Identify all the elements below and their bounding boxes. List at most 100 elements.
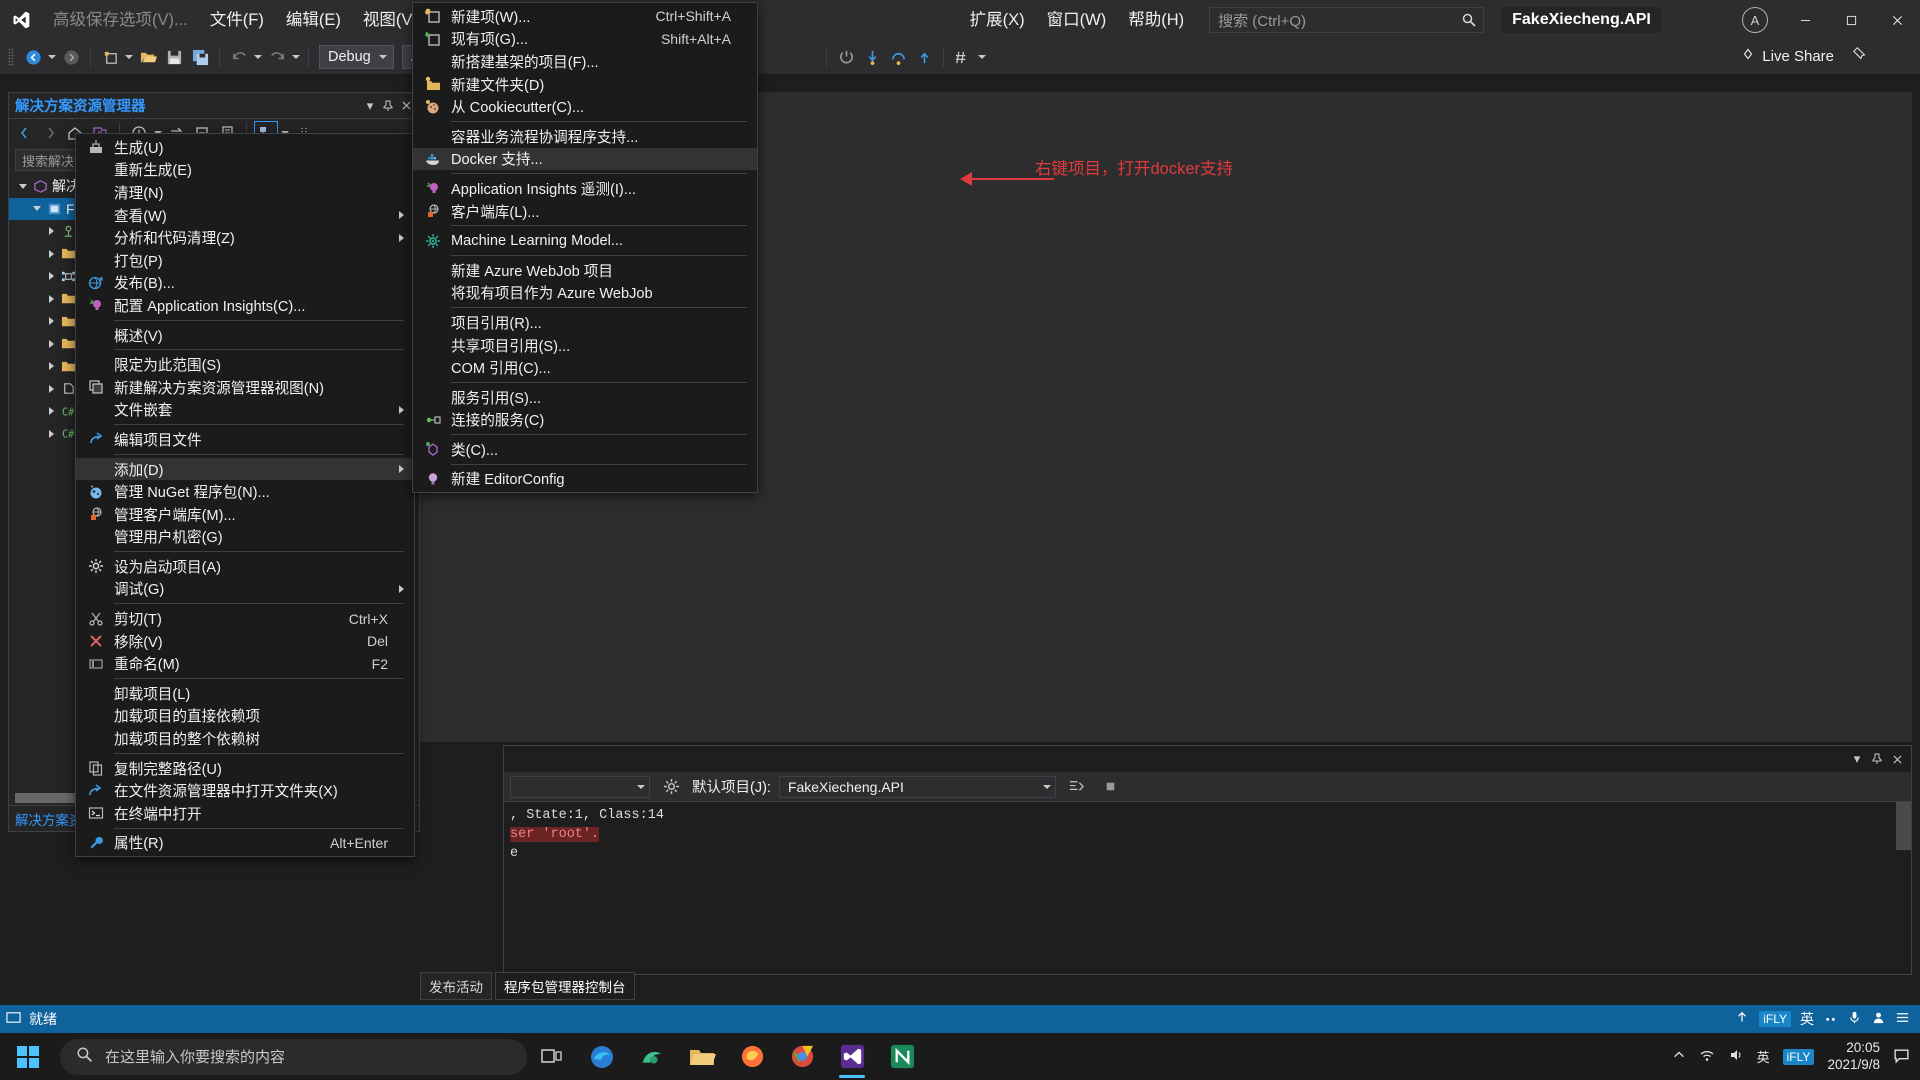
twisty-icon[interactable] bbox=[43, 362, 59, 370]
menu-item[interactable]: 容器业务流程协调程序支持... bbox=[413, 125, 757, 148]
toolbar-grip[interactable] bbox=[8, 48, 14, 66]
menu-item[interactable]: 共享项目引用(S)... bbox=[413, 334, 757, 357]
menu-item[interactable]: 连接的服务(C) bbox=[413, 409, 757, 432]
ime-mic-icon[interactable] bbox=[1847, 1010, 1862, 1028]
save-icon[interactable] bbox=[161, 44, 187, 70]
menu-item[interactable]: 移除(V) Del bbox=[76, 630, 414, 653]
menu-item[interactable]: 属性(R) Alt+Enter bbox=[76, 832, 414, 855]
menu-item[interactable]: 加载项目的整个依赖树 bbox=[76, 727, 414, 750]
menu-item[interactable]: 复制完整路径(U) bbox=[76, 757, 414, 780]
pin-icon[interactable] bbox=[379, 97, 397, 115]
menu-help[interactable]: 帮助(H) bbox=[1117, 0, 1195, 40]
minimize-button[interactable] bbox=[1782, 0, 1828, 40]
menu-item[interactable]: COM 引用(C)... bbox=[413, 356, 757, 379]
taskbar-app-explorer[interactable] bbox=[677, 1033, 727, 1080]
maximize-button[interactable] bbox=[1828, 0, 1874, 40]
notifications-icon[interactable] bbox=[1735, 1011, 1749, 1028]
project-context-menu[interactable]: 生成(U) 重新生成(E) 清理(N) 查看(W) 分析和代码清理(Z) 打包(P) 发布(… bbox=[75, 133, 415, 858]
navigate-forward-icon[interactable] bbox=[58, 44, 84, 70]
close-button[interactable] bbox=[1874, 0, 1920, 40]
menu-item[interactable]: Docker 支持... bbox=[413, 147, 757, 171]
live-share-button[interactable]: Live Share bbox=[1740, 46, 1834, 66]
menu-item[interactable]: 项目引用(R)... bbox=[413, 311, 757, 334]
menu-item[interactable]: 卸载项目(L) bbox=[76, 682, 414, 705]
taskbar-search-input[interactable]: 在这里输入你要搜索的内容 bbox=[60, 1038, 527, 1075]
menu-item[interactable]: 调试(G) bbox=[76, 578, 414, 601]
solution-configuration-combo[interactable]: Debug bbox=[319, 45, 394, 69]
menu-item[interactable]: 客户端库(L)... bbox=[413, 200, 757, 223]
navigate-back-dropdown-icon[interactable] bbox=[46, 44, 58, 70]
stop-icon[interactable] bbox=[833, 44, 859, 70]
twisty-icon[interactable] bbox=[29, 206, 45, 211]
menu-item[interactable]: 类(C)... bbox=[413, 438, 757, 461]
tab-publish-activity[interactable]: 发布活动 bbox=[420, 972, 492, 1000]
menu-edit[interactable]: 编辑(E) bbox=[275, 0, 352, 40]
menu-item[interactable]: 从 Cookiecutter(C)... bbox=[413, 95, 757, 118]
open-file-icon[interactable] bbox=[135, 44, 161, 70]
menu-item[interactable]: 剪切(T) Ctrl+X bbox=[76, 607, 414, 630]
forward-icon[interactable] bbox=[38, 121, 62, 145]
line-numbers-dropdown-icon[interactable] bbox=[976, 44, 988, 70]
navigate-back-icon[interactable] bbox=[20, 44, 46, 70]
tray-network-icon[interactable] bbox=[1699, 1047, 1715, 1066]
ime-language[interactable]: 英 bbox=[1800, 1009, 1814, 1029]
menu-item[interactable]: 生成(U) bbox=[76, 136, 414, 159]
menu-item[interactable]: 文件嵌套 bbox=[76, 399, 414, 422]
menu-item[interactable]: 管理用户机密(G) bbox=[76, 526, 414, 549]
tray-ime-brand-icon[interactable]: iFLY bbox=[1782, 1048, 1815, 1065]
clear-console-icon[interactable] bbox=[1064, 774, 1090, 800]
menu-item[interactable]: 新建项(W)... Ctrl+Shift+A bbox=[413, 5, 757, 28]
tray-expand-icon[interactable] bbox=[1672, 1048, 1686, 1065]
menu-file[interactable]: 文件(F) bbox=[199, 0, 275, 40]
save-all-icon[interactable] bbox=[187, 44, 213, 70]
menu-item[interactable]: 打包(P) bbox=[76, 249, 414, 272]
redo-dropdown-icon[interactable] bbox=[290, 44, 302, 70]
menu-item[interactable]: 限定为此范围(S) bbox=[76, 353, 414, 376]
default-project-combo[interactable]: FakeXiecheng.API bbox=[778, 775, 1056, 798]
step-over-icon[interactable] bbox=[885, 44, 911, 70]
undo-dropdown-icon[interactable] bbox=[252, 44, 264, 70]
ime-menu-icon[interactable] bbox=[1895, 1010, 1910, 1028]
back-icon[interactable] bbox=[13, 121, 37, 145]
pin-icon[interactable] bbox=[1867, 749, 1887, 769]
notification-center-icon[interactable] bbox=[1893, 1047, 1910, 1067]
menu-item[interactable]: 编辑项目文件 bbox=[76, 428, 414, 451]
taskbar-app-navicat[interactable] bbox=[877, 1033, 927, 1080]
menu-item[interactable]: 在文件资源管理器中打开文件夹(X) bbox=[76, 779, 414, 802]
menu-advanced-save[interactable]: 高级保存选项(V)... bbox=[42, 0, 199, 40]
menu-item[interactable]: 新建解决方案资源管理器视图(N) bbox=[76, 376, 414, 399]
global-search-box[interactable]: 搜索 (Ctrl+Q) bbox=[1209, 7, 1485, 33]
avatar[interactable]: A bbox=[1742, 7, 1768, 33]
menu-item[interactable]: 将现有项目作为 Azure WebJob bbox=[413, 282, 757, 305]
task-view-button[interactable] bbox=[527, 1033, 577, 1080]
menu-item[interactable]: Application Insights 遥测(I)... bbox=[413, 177, 757, 200]
menu-item[interactable]: 管理客户端库(M)... bbox=[76, 503, 414, 526]
step-into-icon[interactable] bbox=[859, 44, 885, 70]
taskbar-app-edge[interactable] bbox=[577, 1033, 627, 1080]
undo-icon[interactable] bbox=[226, 44, 252, 70]
menu-item[interactable]: 重新生成(E) bbox=[76, 159, 414, 182]
menu-item[interactable]: 在终端中打开 bbox=[76, 802, 414, 825]
menu-item[interactable]: 现有项(G)... Shift+Alt+A bbox=[413, 28, 757, 51]
menu-item[interactable]: 设为启动项目(A) bbox=[76, 555, 414, 578]
start-button[interactable] bbox=[0, 1033, 56, 1080]
chevron-down-icon[interactable]: ▾ bbox=[1847, 749, 1867, 769]
console-output[interactable]: , State:1, Class:14 ser 'root'. e bbox=[504, 802, 1911, 867]
twisty-icon[interactable] bbox=[43, 385, 59, 393]
menu-item[interactable]: 加载项目的直接依赖项 bbox=[76, 705, 414, 728]
taskbar-app-browser2[interactable] bbox=[627, 1033, 677, 1080]
menu-item[interactable]: 发布(B)... bbox=[76, 272, 414, 295]
new-project-icon[interactable] bbox=[97, 44, 123, 70]
taskbar-clock[interactable]: 20:05 2021/9/8 bbox=[1827, 1040, 1880, 1074]
taskbar-app-chrome[interactable] bbox=[777, 1033, 827, 1080]
stop-console-icon[interactable] bbox=[1098, 774, 1124, 800]
console-horizontal-scrollbar[interactable] bbox=[504, 959, 1896, 974]
menu-item[interactable]: 清理(N) bbox=[76, 181, 414, 204]
twisty-icon[interactable] bbox=[15, 184, 31, 189]
package-source-combo[interactable] bbox=[510, 775, 650, 798]
menu-item[interactable]: 新搭建基架的项目(F)... bbox=[413, 50, 757, 73]
menu-item[interactable]: 查看(W) bbox=[76, 204, 414, 227]
twisty-icon[interactable] bbox=[43, 227, 59, 235]
tab-package-manager-console[interactable]: 程序包管理器控制台 bbox=[495, 972, 635, 1000]
twisty-icon[interactable] bbox=[43, 250, 59, 258]
